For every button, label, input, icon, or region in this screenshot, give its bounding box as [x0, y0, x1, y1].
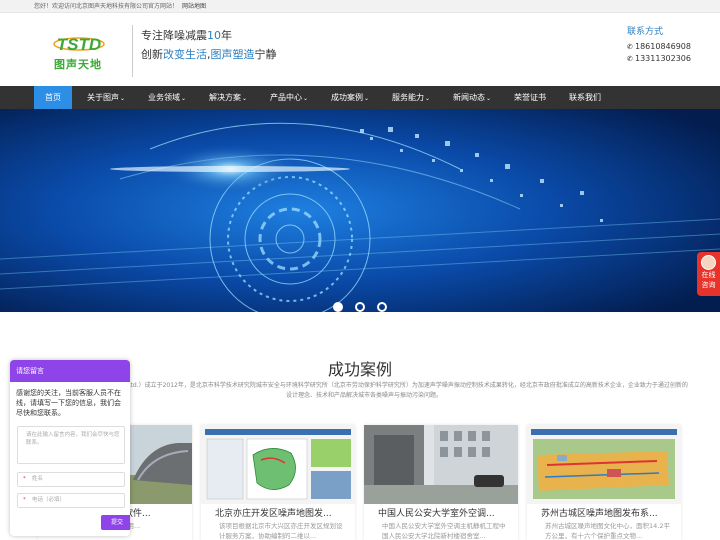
nav-cases[interactable]: 成功案例⌄ — [324, 86, 376, 109]
hero-banner[interactable] — [0, 109, 720, 312]
logo-wordmark: 图声天地 — [54, 58, 102, 71]
site-header: TSTD 图声天地 专注降噪减震10年 创新改变生活,图声塑造宁静 联系方式 ✆… — [0, 13, 720, 86]
chevron-down-icon: ⌄ — [119, 95, 126, 102]
chevron-down-icon: ⌄ — [302, 95, 309, 102]
nav-home[interactable]: 首页 — [34, 86, 72, 109]
nav-services[interactable]: 服务能力⌄ — [385, 86, 437, 109]
nav-news[interactable]: 新闻动态⌄ — [446, 86, 498, 109]
required-mark: * — [23, 497, 26, 503]
message-textarea[interactable]: 请在此输入留言内容，我们会尽快与您联系。 — [17, 426, 125, 464]
slider-dot-1[interactable] — [333, 302, 343, 312]
chevron-down-icon: ⌄ — [180, 95, 187, 102]
phone-icon: ✆ — [627, 43, 633, 51]
agent-avatar-icon — [701, 255, 716, 270]
nav-about[interactable]: 关于图声⌄ — [80, 86, 132, 109]
chevron-down-icon: ⌄ — [485, 95, 492, 102]
case-desc-4: 苏州古城区噪声地图文化中心，面积14.2平方公里，有十六个保护重点文物... — [545, 522, 670, 540]
header-divider — [132, 25, 133, 77]
case-image-4 — [527, 425, 681, 504]
case-card-3[interactable]: 中国人民公安大学室外空调... 中国人民公安大学室外空调主机静机工程中国人民公安… — [364, 425, 518, 540]
welcome-text: 您好！欢迎访问北京图声天地科技有限公司官方网站！ — [34, 3, 179, 10]
case-card-4[interactable]: 苏州古城区噪声地图发布系... 苏州古城区噪声地图文化中心，面积14.2平方公里… — [527, 425, 681, 540]
nav-honors[interactable]: 荣誉证书 — [507, 86, 553, 109]
slider-dots — [333, 302, 393, 312]
case-image-2 — [201, 425, 355, 504]
chat-header[interactable]: 请您留言 — [10, 360, 130, 382]
top-welcome-bar: 您好！欢迎访问北京图声天地科技有限公司官方网站！ 网站地图 — [0, 0, 720, 13]
slogan-line-2: 创新改变生活,图声塑造宁静 — [141, 48, 277, 61]
nav-products[interactable]: 产品中心⌄ — [263, 86, 315, 109]
tstd-logo-mark: TSTD — [53, 35, 105, 54]
case-desc-2: 该项目根据北京市大兴区亦庄开发区规划设计服务方案，协助编制的二维以... — [219, 522, 343, 540]
tech-banner-graphic — [0, 109, 720, 312]
chevron-down-icon: ⌄ — [424, 95, 431, 102]
case-title-3[interactable]: 中国人民公安大学室外空调... — [378, 506, 513, 519]
online-consult-float[interactable]: 在线 咨询 — [697, 252, 720, 296]
slider-dot-3[interactable] — [377, 302, 387, 312]
case-title-2[interactable]: 北京亦庄开发区噪声地图发... — [215, 506, 350, 519]
phone-1[interactable]: ✆ 18610846908 — [627, 42, 717, 51]
case-cards: 某单位声屏障降噪软件... 为某单位专门研究开发应用... 北京亦庄开发区噪声地… — [38, 425, 683, 540]
leave-message-widget: 请您留言 感谢您的关注，当前客服人员不在线，请填写一下您的信息，我们会尽快和您联… — [10, 360, 130, 536]
site-logo[interactable]: TSTD 图声天地 — [52, 33, 106, 71]
name-input[interactable]: * 姓名 — [17, 472, 125, 487]
svg-text:TSTD: TSTD — [57, 35, 101, 54]
case-image-3 — [364, 425, 518, 504]
contact-title: 联系方式 — [627, 27, 664, 37]
phone-icon: ✆ — [627, 55, 633, 63]
case-card-2[interactable]: 北京亦庄开发区噪声地图发... 该项目根据北京市大兴区亦庄开发区规划设计服务方案… — [201, 425, 355, 540]
chevron-down-icon: ⌄ — [363, 95, 370, 102]
nav-solutions[interactable]: 解决方案⌄ — [202, 86, 254, 109]
submit-button[interactable]: 提交 — [101, 515, 130, 530]
phone-2[interactable]: ✆ 13311302306 — [627, 54, 717, 63]
phone-input[interactable]: * 电话（必填） — [17, 493, 125, 508]
main-nav: 首页 关于图声⌄ 业务领域⌄ 解决方案⌄ 产品中心⌄ 成功案例⌄ 服务能力⌄ 新… — [0, 86, 720, 109]
nav-business[interactable]: 业务领域⌄ — [141, 86, 193, 109]
required-mark: * — [23, 476, 26, 482]
section-description: Beijing NVM Technology Co., Ltd.）成立于2012… — [40, 382, 688, 399]
slider-dot-2[interactable] — [355, 302, 365, 312]
nav-contact[interactable]: 联系我们 — [562, 86, 608, 109]
slogan-line-1: 专注降噪减震10年 — [141, 29, 232, 42]
sitemap-link[interactable]: 网站地图 — [182, 3, 206, 10]
case-title-4[interactable]: 苏州古城区噪声地图发布系... — [541, 506, 676, 519]
contact-block: 联系方式 ✆ 18610846908 ✆ 13311302306 — [627, 24, 717, 66]
chevron-down-icon: ⌄ — [241, 95, 248, 102]
chat-greeting: 感谢您的关注，当前客服人员不在线，请填写一下您的信息，我们会尽快和您联系。 — [16, 389, 121, 417]
case-desc-3: 中国人民公安大学室外空调主机静机工程中国人民公安大学北院新村楼宿舍室... — [382, 522, 506, 540]
